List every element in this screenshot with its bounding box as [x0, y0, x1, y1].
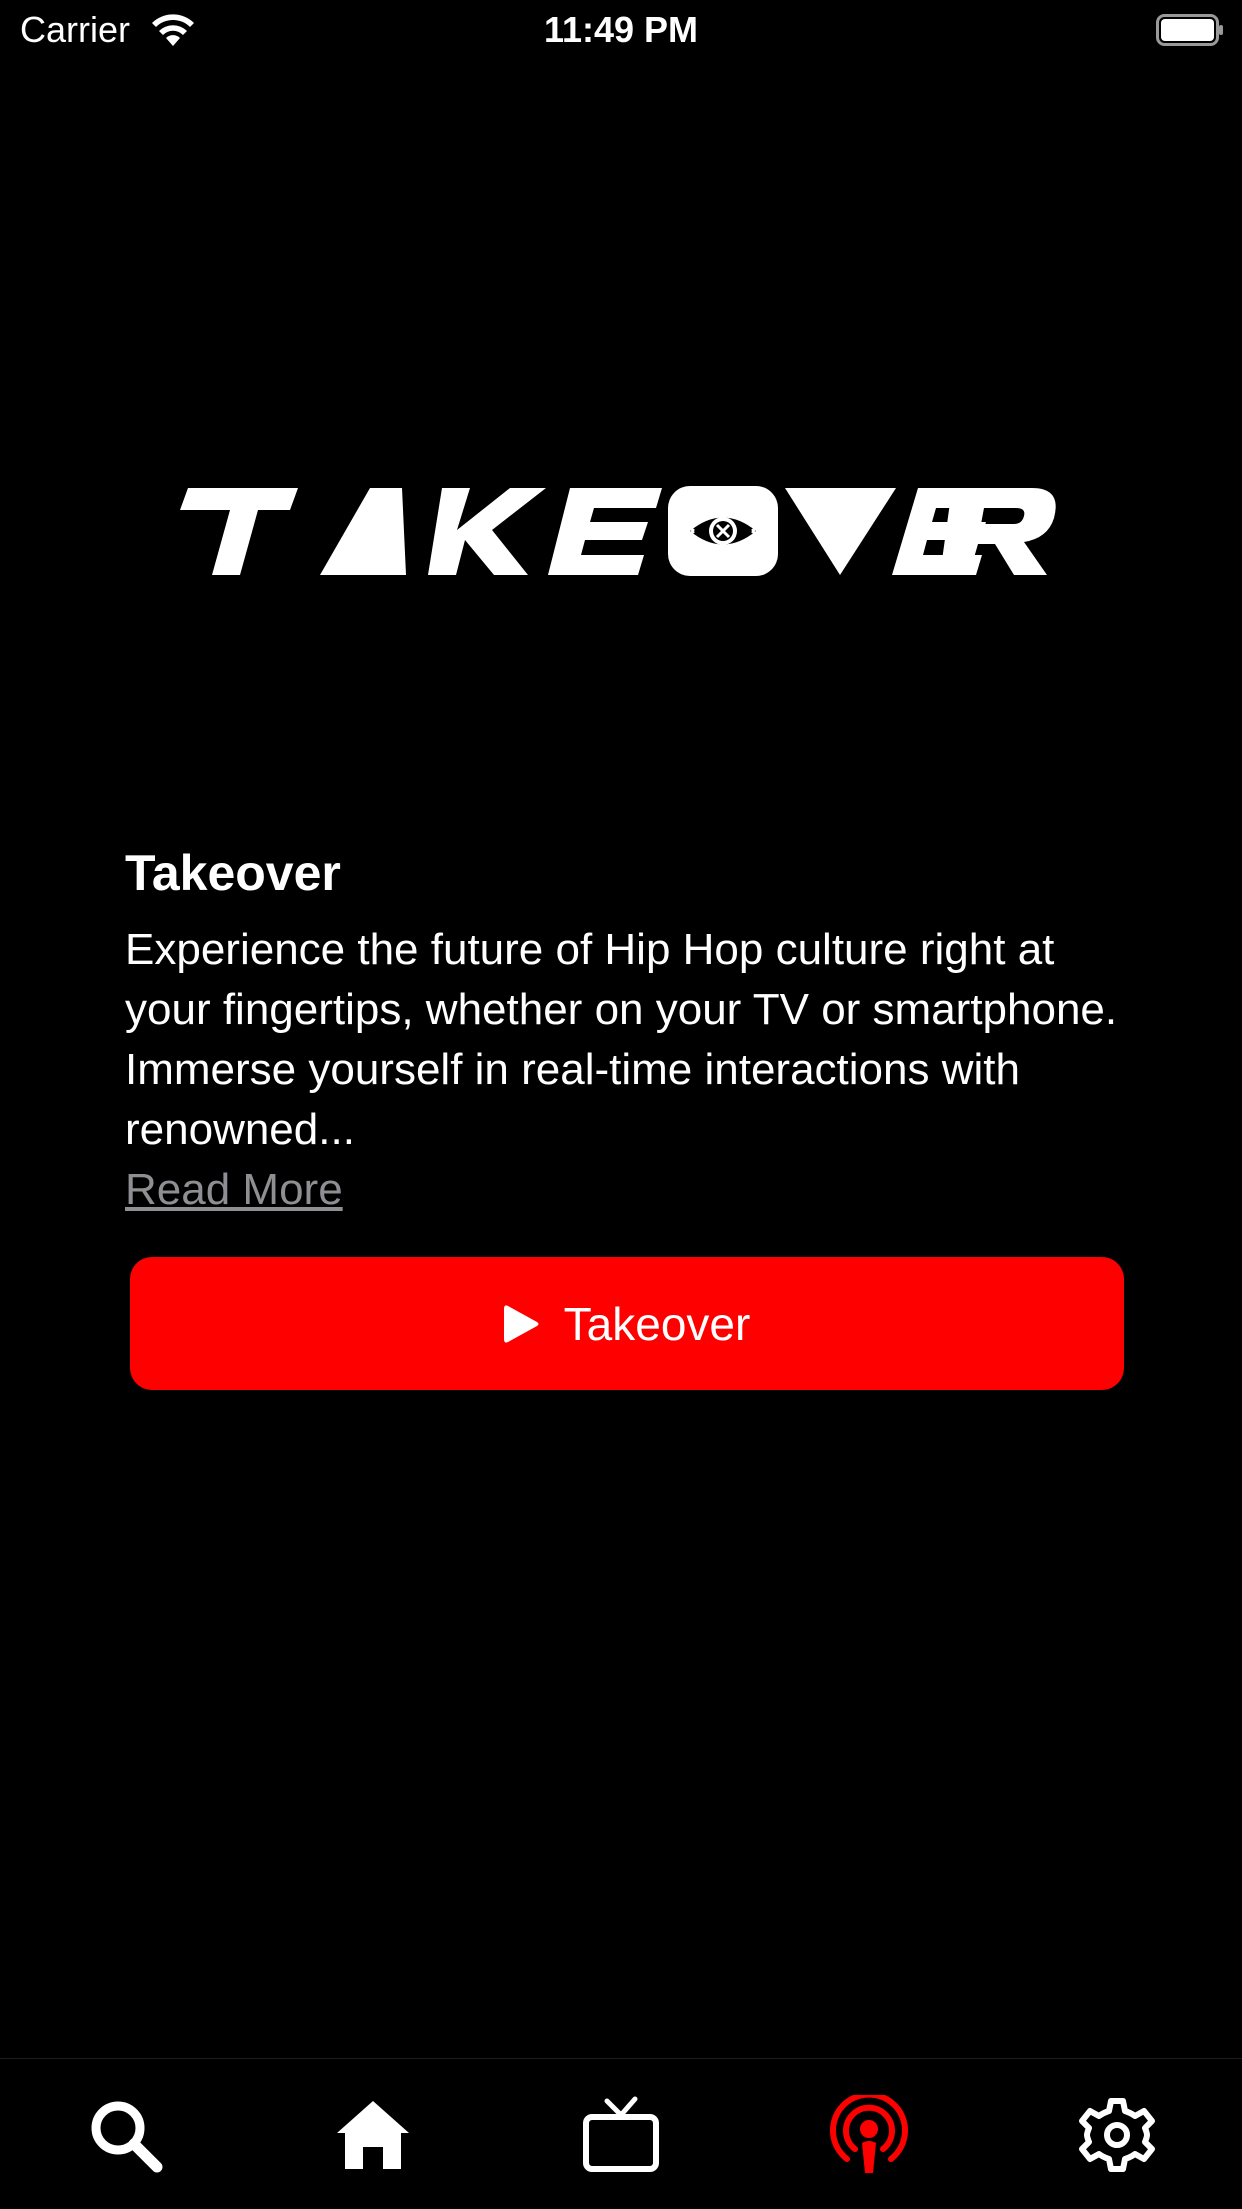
tab-podcast[interactable] [829, 2095, 909, 2175]
content-description: Experience the future of Hip Hop culture… [125, 925, 1118, 1154]
content-info: Takeover Experience the future of Hip Ho… [125, 838, 1125, 1220]
battery-icon [1156, 14, 1223, 46]
tab-bar [0, 2058, 1242, 2209]
status-time: 11:49 PM [543, 9, 699, 50]
tv-icon [583, 2096, 659, 2172]
gear-icon [1079, 2098, 1155, 2172]
tab-tv[interactable] [581, 2095, 661, 2175]
podcast-icon [830, 2095, 908, 2173]
tab-settings[interactable] [1077, 2095, 1157, 2175]
read-more-link[interactable]: Read More [125, 1160, 343, 1220]
tab-search[interactable] [85, 2095, 165, 2175]
content-title: Takeover [125, 845, 341, 901]
status-bar: Carrier 11:49 PM [0, 0, 1242, 62]
play-takeover-button[interactable]: Takeover [130, 1257, 1124, 1390]
play-button-label: Takeover [563, 1297, 751, 1350]
search-icon [91, 2101, 163, 2173]
play-icon [503, 1304, 539, 1343]
tab-home[interactable] [333, 2095, 413, 2175]
takeover-logo [180, 486, 1056, 576]
home-icon [337, 2101, 409, 2169]
